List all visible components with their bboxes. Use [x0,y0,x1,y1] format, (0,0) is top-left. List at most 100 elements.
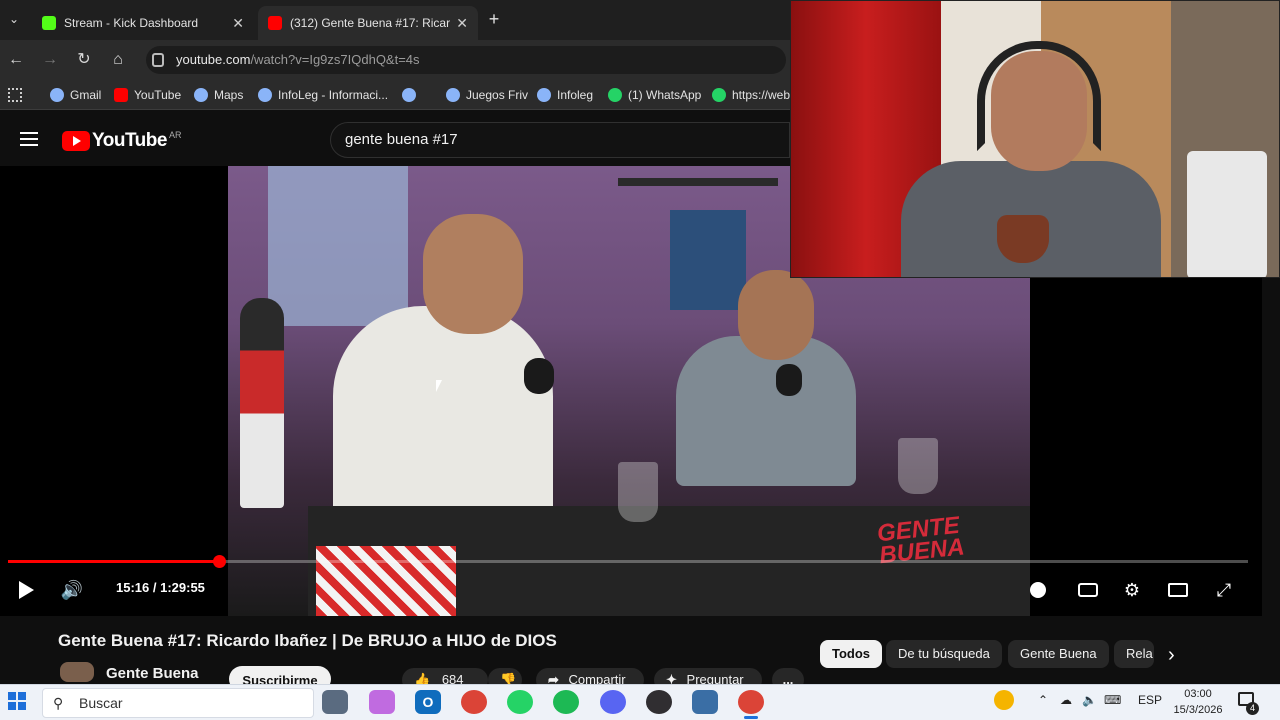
obs-icon[interactable] [646,690,672,714]
glass-right [898,438,938,494]
clock-time: 03:00 [1184,688,1212,700]
time-display: 15:16 / 1:29:55 [116,580,205,595]
youtube-logo-text: YouTube [92,130,167,151]
bookmark-gmail[interactable]: Gmail [50,86,101,104]
windows-start-icon[interactable] [8,692,28,712]
tab-youtube-video[interactable]: (312) Gente Buena #17: Ricardo ✕ [258,6,478,40]
white-chair [1187,151,1267,277]
current-time: 15:16 [116,580,150,595]
video-title: Gente Buena #17: Ricardo Ibañez | De BRU… [58,631,557,650]
clock[interactable]: 03:00 15/3/2026 [1168,686,1228,718]
bookmark-infoleg[interactable]: Infoleg [537,86,593,104]
back-arrow-icon[interactable]: ← [6,50,26,70]
jersey-poster [268,166,408,326]
progress-scrubber-handle[interactable] [213,555,226,568]
network-icon[interactable]: ☁ [1060,693,1072,707]
youtube-logo[interactable]: YouTube AR [62,130,181,152]
reload-icon[interactable]: ↻ [74,50,94,70]
volume-icon[interactable]: 🔊 [60,578,84,602]
bookmark-youtube[interactable]: YouTube [114,86,181,104]
spotify-icon[interactable] [553,690,579,714]
subtitles-icon[interactable] [1076,578,1100,602]
kick-favicon-icon [42,16,56,30]
guest-right-head [738,270,814,360]
taskbar-search-placeholder: Buscar [79,695,123,711]
globe-icon [194,88,208,102]
clock-date: 15/3/2026 [1173,704,1223,716]
youtube-favicon-icon [268,16,282,30]
chrome-icon[interactable] [461,690,487,714]
youtube-play-logo-icon [62,131,90,151]
theater-mode-icon[interactable] [1166,578,1190,602]
taskbar-active-indicator [744,716,758,719]
chrome-icon[interactable] [738,690,764,714]
whatsapp-icon [608,88,622,102]
copilot-icon[interactable] [369,690,395,714]
play-icon[interactable] [14,578,38,602]
close-tab-icon[interactable]: ✕ [456,15,468,32]
bookmark-unnamed[interactable] [402,86,422,104]
chevron-up-icon[interactable]: ⌃ [1038,693,1048,707]
webcam-overlay [790,0,1280,278]
channel-name[interactable]: Gente Buena [106,665,199,682]
bookmark-whatsapp[interactable]: (1) WhatsApp [608,86,701,104]
address-bar-input[interactable]: youtube.com/watch?v=Ig9zs7IQdhQ&t=4s [146,46,786,74]
globe-icon [258,88,272,102]
country-code: AR [168,130,182,140]
microphone-right [776,364,802,396]
bookmark-maps[interactable]: Maps [194,86,243,104]
globe-icon [446,88,460,102]
menu-icon[interactable] [20,132,38,146]
settings-gear-icon[interactable]: ⚙ [1120,578,1144,602]
task-view-icon[interactable] [322,690,348,714]
headset-icon [977,41,1101,151]
search-input[interactable]: gente buena #17 [330,122,790,158]
tab-search-button[interactable]: ⌄ [4,8,24,30]
globe-icon [537,88,551,102]
apps-grid-icon[interactable] [8,88,22,102]
chip-related[interactable]: Rela [1114,640,1154,668]
progress-bar-fill [8,560,219,563]
glass-left [618,462,658,522]
chip-todos[interactable]: Todos [820,640,883,668]
whatsapp-icon[interactable] [507,690,533,714]
bookmark-juegos-friv[interactable]: Juegos Friv [446,86,528,104]
file-explorer-icon[interactable] [692,690,718,714]
mafalda-figure [240,298,284,508]
chevron-right-icon[interactable]: › [1168,644,1175,667]
tab-title: Stream - Kick Dashboard [64,16,199,30]
home-icon[interactable]: ⌂ [108,50,128,70]
whatsapp-icon [712,88,726,102]
keyboard-icon[interactable]: ⌨ [1104,693,1121,707]
channel-avatar[interactable] [60,662,94,682]
site-settings-icon[interactable] [152,53,164,67]
globe-icon [50,88,64,102]
poster [670,210,746,310]
chip-gente-buena[interactable]: Gente Buena [1008,640,1109,668]
taskbar-search-input[interactable]: ⚲ Buscar [42,688,314,718]
tab-title: (312) Gente Buena #17: Ricardo [290,16,451,30]
cursor-icon [436,380,442,392]
fullscreen-icon[interactable]: ⤢ [1212,578,1236,602]
weather-moon-icon[interactable] [994,690,1014,710]
bookmark-whatsapp-web[interactable]: https://web [712,86,790,104]
guest-left-head [423,214,523,334]
tab-kick-dashboard[interactable]: Stream - Kick Dashboard ✕ [32,6,254,40]
bookmark-infoleg-informacion[interactable]: InfoLeg - Informaci... [258,86,388,104]
chip-de-tu-busqueda[interactable]: De tu búsqueda [886,640,1002,668]
mate-cup [997,215,1049,263]
forward-arrow-icon[interactable]: → [40,50,60,70]
rifle-decoration [618,178,778,186]
discord-icon[interactable] [600,690,626,714]
outlook-icon[interactable]: O [415,690,441,714]
language-indicator[interactable]: ESP [1138,693,1162,707]
speaker-icon[interactable]: 🔈 [1082,693,1097,707]
tablecloth [316,546,456,616]
youtube-icon [114,88,128,102]
notification-count-badge: 4 [1246,702,1259,715]
close-tab-icon[interactable]: ✕ [232,15,244,32]
new-tab-button[interactable]: + [484,8,504,30]
duration: 1:29:55 [160,580,205,595]
url-host: youtube.com [176,52,251,67]
autoplay-toggle-icon[interactable] [1026,578,1050,602]
